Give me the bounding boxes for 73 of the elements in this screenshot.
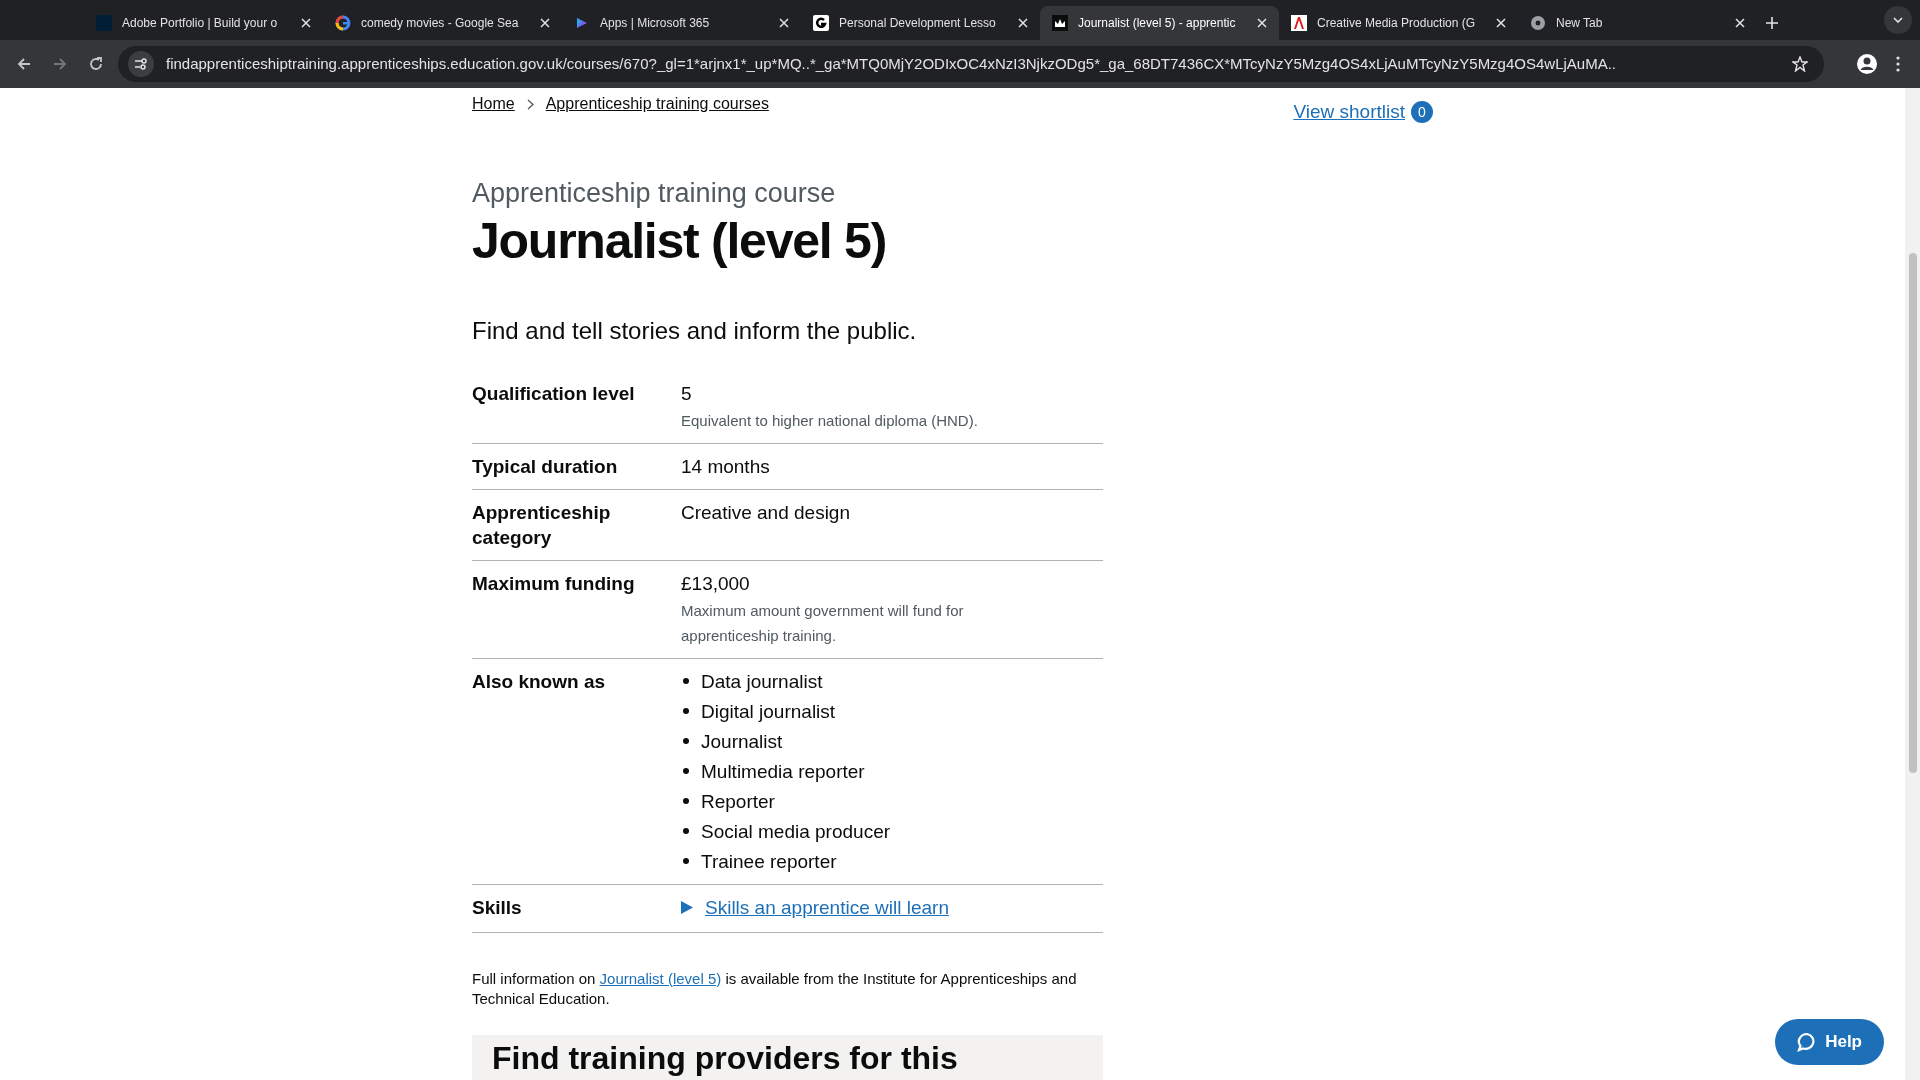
caret-icon <box>1893 17 1903 23</box>
bullet-icon <box>683 858 689 865</box>
summary-key: Apprenticeship category <box>472 499 681 550</box>
bullet-icon <box>683 738 689 745</box>
g-icon <box>335 15 351 31</box>
close-icon[interactable] <box>779 18 789 28</box>
summary-value: 5 <box>681 381 693 406</box>
shortlist-count: 0 <box>1411 101 1433 124</box>
crown-icon <box>1052 15 1068 31</box>
chevron-icon <box>526 98 534 110</box>
help-button[interactable]: Help <box>1775 1019 1884 1065</box>
bullet-icon <box>683 798 689 805</box>
summary-value: 14 months <box>681 454 771 479</box>
providers-heading: Find training providers for this <box>492 1038 959 1077</box>
tab-icon <box>1291 15 1307 31</box>
browser-tab[interactable]: Creative Media Production (G <box>1279 6 1518 40</box>
details-link[interactable]: Skills an apprentice will learn <box>705 894 949 920</box>
breadcrumb-link[interactable]: Apprenticeship training courses <box>545 92 769 116</box>
summary-key: Typical duration <box>472 453 681 479</box>
profile-icon[interactable] <box>1856 53 1878 75</box>
list-item-text: Social media producer <box>701 819 891 844</box>
summary-key: Maximum funding <box>472 570 681 648</box>
lead-paragraph: Find and tell stories and inform the public. <box>472 315 918 346</box>
bullet-icon <box>683 708 689 715</box>
reload-icon[interactable] <box>88 56 104 72</box>
bullet-icon <box>683 678 689 685</box>
menu-icon[interactable] <box>1896 56 1900 72</box>
summary-key: Qualification level <box>472 380 681 433</box>
browser-tab[interactable]: Adobe Portfolio | Build your o <box>84 6 323 40</box>
hint-text: Maximum amount government will fund for apprenticeship training. <box>681 600 965 646</box>
hint-text: Equivalent to higher national diploma (HND). <box>681 410 979 431</box>
close-icon[interactable] <box>1496 18 1506 28</box>
bullet-icon <box>683 768 689 775</box>
scrollbar-thumb[interactable] <box>1909 253 1917 773</box>
list-item-text: Reporter <box>701 789 775 814</box>
tab-icon <box>813 15 829 31</box>
close-icon[interactable] <box>1018 18 1028 28</box>
list-item-text: Data journalist <box>701 669 823 694</box>
close-icon[interactable] <box>540 18 550 28</box>
forward-icon[interactable] <box>52 56 68 72</box>
summary-value: £13,000 <box>681 571 751 596</box>
triangle-right-icon[interactable] <box>681 900 693 914</box>
chat-icon <box>1797 1032 1818 1052</box>
breadcrumb-link[interactable]: Home <box>472 92 515 116</box>
journalist-link[interactable]: Journalist (level 5) <box>599 969 722 987</box>
tab-search-button[interactable] <box>1884 6 1912 34</box>
close-icon[interactable] <box>1257 18 1267 28</box>
info-paragraph: Full information on Journalist (level 5) is available from the Institute for Apprenticeships and Technical Education. <box>472 968 1078 1009</box>
view-shortlist-link[interactable]: View shortlist <box>1293 98 1405 127</box>
bookmark-star-icon[interactable] <box>1792 56 1808 72</box>
summary-key: Also known as <box>472 668 681 874</box>
list-item-text: Digital journalist <box>701 699 836 724</box>
bullet-icon <box>683 828 689 835</box>
browser-tab[interactable]: Personal Development Lesso <box>801 6 1040 40</box>
chrome-icon <box>1530 15 1546 31</box>
tab-icon <box>96 15 112 31</box>
list-item-text: Multimedia reporter <box>701 759 865 784</box>
new-tab-icon[interactable] <box>1766 17 1778 29</box>
browser-tab[interactable]: New Tab <box>1518 6 1757 40</box>
browser-tab[interactable]: Journalist (level 5) - apprentic <box>1040 6 1279 40</box>
browser-tab[interactable]: comedy movies - Google Sea <box>323 6 562 40</box>
browser-tab[interactable]: Apps | Microsoft 365 <box>562 6 801 40</box>
list-item-text: Journalist <box>701 729 783 754</box>
summary-key: Skills <box>472 894 681 920</box>
address-bar[interactable]: findapprenticeshiptraining.apprenticeships.education.gov.uk/courses/670?_gl=1*arjnx1*_up*MQ..*_ga*MTQ0MjY2ODIxOC4xNzI3NjkzODg5*_ga_68DT7436CX*MTcyNzY5Mzg4OS4xLjAuMTcyNzY5Mzg4OS4wLjAuMA.. <box>118 46 1824 82</box>
back-icon[interactable] <box>16 56 32 72</box>
close-icon[interactable] <box>1735 18 1745 28</box>
summary-value: Creative and design <box>681 500 851 525</box>
list-item-text: Trainee reporter <box>701 849 837 874</box>
close-icon[interactable] <box>301 18 311 28</box>
site-info-icon[interactable] <box>128 51 154 77</box>
caption: Apprenticeship training course <box>472 176 837 210</box>
page-title: Journalist (level 5) <box>472 212 888 272</box>
